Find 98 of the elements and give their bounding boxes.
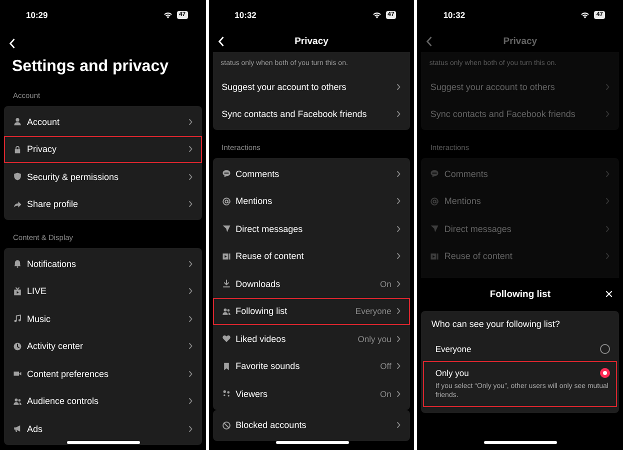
chevron-icon (396, 252, 402, 260)
speech-bubble-icon (430, 169, 440, 178)
chevron-icon (605, 170, 610, 178)
chevron-icon (188, 314, 193, 323)
question-text: Who can see your following list? (430, 318, 561, 331)
people-icon (13, 396, 22, 406)
chevron-icon (396, 421, 402, 430)
chevron-icon (396, 110, 402, 118)
tv-icon (13, 286, 22, 296)
settings-row[interactable]: Liked videos Only you (212, 325, 410, 352)
lock-icon (13, 144, 22, 154)
play-square-icon (222, 252, 231, 261)
sheet-title: Following list (490, 289, 551, 300)
at-sign-icon (430, 196, 440, 206)
person-icon (13, 117, 22, 126)
close-icon[interactable] (605, 290, 613, 298)
settings-row[interactable]: Audience controls (4, 388, 202, 415)
megaphone-icon (13, 424, 22, 434)
privacy-option[interactable]: Everyone (423, 337, 617, 361)
chevron-icon (605, 197, 610, 206)
settings-row[interactable]: Notifications (4, 250, 202, 278)
settings-row[interactable]: Music (4, 305, 202, 332)
setting-value: On (380, 278, 392, 289)
wifi-icon (372, 11, 382, 19)
shield-icon (13, 172, 22, 182)
video-camera-icon (13, 369, 22, 378)
chevron-icon (396, 390, 402, 398)
settings-row[interactable]: Suggest your account to others (212, 73, 410, 100)
chevron-icon (396, 362, 402, 370)
status-time: 10:32 (443, 10, 466, 20)
chevron-icon (188, 397, 193, 406)
settings-row[interactable]: Comments (212, 160, 410, 188)
settings-row[interactable]: Share profile (4, 190, 202, 218)
bookmark-icon (222, 362, 231, 371)
bell-icon (13, 259, 22, 268)
chevron-icon (396, 307, 402, 316)
share-arrow-icon (13, 200, 22, 209)
settings-row[interactable]: LIVE (4, 278, 202, 305)
speech-bubble-icon (222, 169, 231, 178)
settings-row[interactable]: Reuse of content (212, 242, 410, 270)
settings-row[interactable]: Downloads On (212, 270, 410, 298)
chevron-icon (188, 287, 193, 296)
chevron-icon (188, 145, 193, 154)
chevron-icon (396, 280, 402, 288)
chevron-icon (188, 370, 193, 378)
clock-icon (13, 342, 22, 351)
chevron-icon (188, 200, 193, 208)
page-title: Settings and privacy (11, 57, 170, 77)
chevron-icon (605, 224, 610, 233)
heart-icon (222, 334, 231, 344)
chevron-icon (396, 197, 402, 206)
page-title: Privacy (294, 36, 328, 46)
status-time: 10:29 (26, 10, 48, 20)
chevron-icon (188, 424, 193, 433)
people-icon (222, 306, 231, 316)
setting-value: Everyone (355, 306, 392, 316)
wifi-icon (580, 11, 590, 19)
back-icon[interactable] (218, 36, 225, 47)
block-icon (222, 420, 231, 430)
setting-value: Off (380, 361, 392, 372)
chevron-icon (188, 260, 193, 268)
chevron-icon (605, 82, 610, 91)
at-sign-icon (222, 196, 231, 206)
setting-value: On (380, 388, 392, 399)
radio-button[interactable] (600, 344, 610, 354)
wifi-icon (162, 11, 173, 19)
music-note-icon (13, 314, 22, 324)
chevron-icon (396, 170, 402, 178)
settings-row[interactable]: Content preferences (4, 360, 202, 388)
setting-value: Only you (358, 334, 392, 344)
settings-row[interactable]: Activity center (4, 332, 202, 360)
settings-row[interactable]: Direct messages (212, 215, 410, 242)
chevron-icon (396, 82, 402, 91)
settings-row[interactable]: Mentions (212, 188, 410, 215)
settings-row[interactable]: Privacy (4, 136, 202, 163)
chevron-icon (605, 110, 610, 118)
download-icon (222, 279, 231, 288)
settings-row[interactable]: Blocked accounts (212, 412, 410, 439)
option-label: Everyone (435, 344, 472, 354)
chevron-icon (396, 334, 402, 343)
chevron-icon (188, 118, 193, 126)
play-square-icon (430, 252, 440, 261)
back-icon[interactable] (9, 38, 16, 49)
settings-row[interactable]: Ads (4, 415, 202, 442)
option-label: Only you (435, 368, 469, 378)
chevron-icon (396, 224, 402, 233)
settings-row[interactable]: Sync contacts and Facebook friends (212, 100, 410, 128)
status-time: 10:32 (234, 10, 256, 20)
settings-row[interactable]: Favorite sounds Off (212, 352, 410, 380)
chevron-icon (188, 342, 193, 350)
chevron-icon (605, 252, 610, 260)
settings-row[interactable]: Security & permissions (4, 163, 202, 190)
chevron-icon (188, 172, 193, 181)
settings-row[interactable]: Viewers On (212, 380, 410, 408)
radio-button[interactable] (600, 368, 610, 378)
settings-row[interactable]: Following list Everyone (212, 298, 410, 325)
settings-row[interactable]: Account (4, 108, 202, 136)
page-title: Privacy (503, 36, 538, 46)
